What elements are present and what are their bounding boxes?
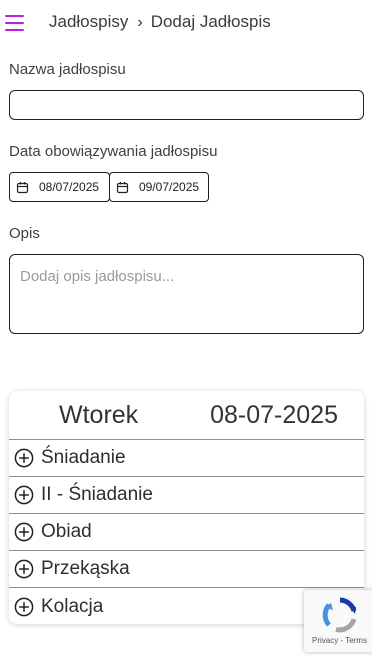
date-range-label: Data obowiązywania jadłospisu bbox=[9, 143, 218, 160]
date-to-value: 09/07/2025 bbox=[139, 180, 200, 194]
date-from-value: 08/07/2025 bbox=[39, 180, 100, 194]
recaptcha-logo-icon bbox=[322, 597, 357, 633]
meal-label: Kolacja bbox=[41, 595, 104, 617]
add-circle-icon[interactable] bbox=[14, 597, 34, 617]
day-date: 08-07-2025 bbox=[210, 401, 338, 429]
header: Jadłospisy › Dodaj Jadłospis bbox=[0, 0, 372, 46]
add-circle-icon[interactable] bbox=[14, 485, 34, 505]
description-textarea[interactable]: Dodaj opis jadłospisu... bbox=[9, 254, 364, 334]
meal-label: Śniadanie bbox=[41, 447, 126, 468]
name-label: Nazwa jadłospisu bbox=[9, 61, 126, 78]
description-placeholder: Dodaj opis jadłospisu... bbox=[20, 268, 175, 285]
hamburger-menu-icon[interactable] bbox=[5, 15, 24, 31]
name-input[interactable] bbox=[9, 90, 364, 120]
breadcrumb-current: Dodaj Jadłospis bbox=[150, 12, 271, 31]
add-circle-icon[interactable] bbox=[14, 559, 34, 579]
meal-label: Przekąska bbox=[41, 558, 130, 579]
meal-row-przekaska[interactable]: Przekąska bbox=[9, 551, 364, 588]
calendar-icon bbox=[16, 181, 29, 193]
recaptcha-links[interactable]: Privacy - Terms bbox=[312, 636, 367, 645]
meal-label: Obiad bbox=[41, 521, 92, 542]
meal-row-obiad[interactable]: Obiad bbox=[9, 514, 364, 551]
add-circle-icon[interactable] bbox=[14, 448, 34, 468]
date-to-field[interactable]: 09/07/2025 bbox=[109, 172, 209, 202]
breadcrumb-separator-icon: › bbox=[137, 14, 143, 31]
meal-row-sniadanie[interactable]: Śniadanie bbox=[9, 440, 364, 477]
day-name: Wtorek bbox=[59, 401, 139, 429]
add-circle-icon[interactable] bbox=[14, 522, 34, 542]
recaptcha-badge[interactable]: Privacy - Terms bbox=[304, 590, 372, 652]
meal-row-ii-sniadanie[interactable]: II - Śniadanie bbox=[9, 477, 364, 514]
day-card-header: Wtorek 08-07-2025 bbox=[9, 391, 364, 440]
breadcrumb: Jadłospisy › Dodaj Jadłospis bbox=[49, 12, 271, 32]
description-label: Opis bbox=[9, 225, 40, 242]
calendar-icon bbox=[116, 181, 129, 193]
breadcrumb-link-jadlospisy[interactable]: Jadłospisy bbox=[49, 12, 128, 31]
meal-label: II - Śniadanie bbox=[41, 484, 153, 505]
date-from-field[interactable]: 08/07/2025 bbox=[9, 172, 110, 202]
